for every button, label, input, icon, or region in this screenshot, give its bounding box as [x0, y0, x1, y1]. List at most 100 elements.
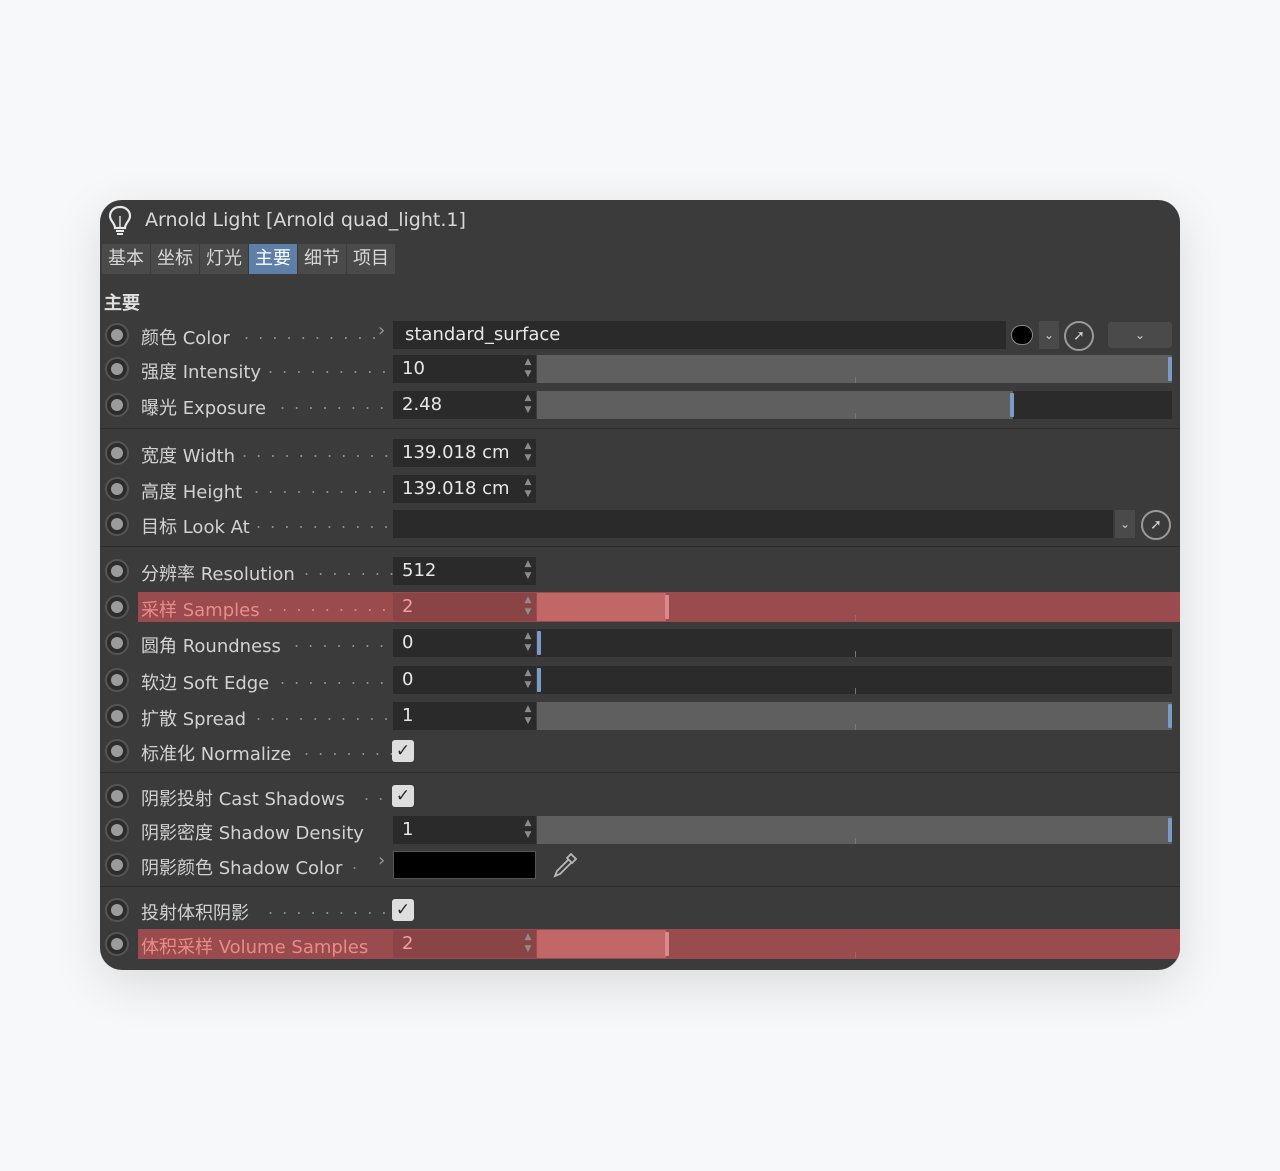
tab-light[interactable]: 灯光 — [200, 244, 248, 274]
label-leader: . . . . . . . . . . — [268, 596, 403, 615]
animate-radio[interactable] — [105, 323, 129, 347]
animate-radio[interactable] — [105, 932, 129, 956]
expand-arrow-icon[interactable]: › — [378, 320, 385, 341]
volume-samples-slider[interactable] — [537, 930, 1180, 958]
tab-main[interactable]: 主要 — [249, 244, 297, 274]
color-swatch[interactable] — [1011, 325, 1033, 345]
param-row-soft-edge: 软边 Soft Edge . . . . . . . . . 0 ▲ ▼ — [100, 663, 1180, 697]
shadow-color-swatch[interactable] — [393, 851, 536, 879]
label-leader: . . . . . . . . . . . . — [242, 442, 405, 461]
stepper-icon[interactable]: ▲ ▼ — [522, 392, 534, 418]
width-value: 139.018 cm — [402, 442, 510, 463]
soft-edge-slider[interactable] — [537, 666, 1172, 694]
slider-handle[interactable] — [1010, 393, 1015, 417]
soft-edge-input[interactable]: 0 ▲ ▼ — [393, 666, 536, 694]
animate-radio[interactable] — [105, 559, 129, 583]
shader-menu-button[interactable]: ⌄ — [1108, 322, 1172, 348]
shadow-density-slider[interactable] — [537, 816, 1172, 844]
pick-object-icon[interactable]: ➚ — [1141, 510, 1171, 540]
slider-handle[interactable] — [664, 932, 669, 956]
stepper-icon[interactable]: ▲ ▼ — [522, 476, 534, 502]
stepper-icon[interactable]: ▲ ▼ — [522, 630, 534, 656]
shadow-density-input[interactable]: 1 ▲ ▼ — [393, 816, 536, 844]
tab-basic[interactable]: 基本 — [102, 244, 150, 274]
lightbulb-icon — [108, 205, 132, 235]
slider-tick — [855, 838, 856, 844]
chevron-down-icon[interactable]: ⌄ — [1115, 510, 1135, 538]
pick-object-icon[interactable]: ➚ — [1064, 321, 1094, 351]
slider-handle[interactable] — [1168, 704, 1172, 728]
animate-radio[interactable] — [105, 477, 129, 501]
resolution-input[interactable]: 512 ▲ ▼ — [393, 557, 536, 585]
volume-samples-input[interactable]: 2 ▲ ▼ — [393, 930, 536, 958]
label-leader: . . . . . . . . . — [280, 669, 401, 688]
animate-radio[interactable] — [105, 357, 129, 381]
stepper-icon[interactable]: ▲ ▼ — [522, 703, 534, 729]
slider-handle[interactable] — [1168, 357, 1172, 381]
label-leader: . . . . . . . . — [294, 632, 401, 651]
slider-handle[interactable] — [1168, 818, 1172, 842]
samples-slider[interactable] — [537, 593, 1180, 621]
param-row-color: 颜色 Color . . . . . . . . . . › standard_… — [100, 318, 1180, 352]
normalize-checkbox[interactable]: ✓ — [392, 740, 414, 762]
param-label: 圆角 Roundness — [141, 636, 281, 657]
param-row-shadow-color: 阴影颜色 Shadow Color . › — [100, 848, 1180, 882]
stepper-icon[interactable]: ▲ ▼ — [522, 356, 534, 382]
height-input[interactable]: 139.018 cm ▲ ▼ — [393, 475, 536, 503]
stepper-icon[interactable]: ▲ ▼ — [522, 594, 534, 620]
roundness-input[interactable]: 0 ▲ ▼ — [393, 629, 536, 657]
spread-input[interactable]: 1 ▲ ▼ — [393, 702, 536, 730]
slider-handle[interactable] — [537, 668, 541, 692]
stepper-icon[interactable]: ▲ ▼ — [522, 817, 534, 843]
param-label: 阴影投射 Cast Shadows — [141, 789, 345, 810]
animate-radio[interactable] — [105, 512, 129, 536]
slider-tick — [855, 688, 856, 694]
param-label: 颜色 Color — [141, 328, 230, 349]
tab-coordinates[interactable]: 坐标 — [151, 244, 199, 274]
intensity-input[interactable]: 10 ▲ ▼ — [393, 355, 536, 383]
samples-input[interactable]: 2 ▲ ▼ — [393, 593, 536, 621]
chevron-down-icon[interactable]: ⌄ — [1039, 321, 1059, 349]
stepper-icon[interactable]: ▲ ▼ — [522, 931, 534, 957]
divider — [100, 546, 1180, 547]
animate-radio[interactable] — [105, 898, 129, 922]
eyedropper-icon[interactable] — [550, 850, 580, 880]
exposure-slider[interactable] — [537, 391, 1172, 419]
param-row-cast-shadows: 阴影投射 Cast Shadows . . ✓ — [100, 779, 1180, 813]
animate-radio[interactable] — [105, 853, 129, 877]
shader-link-field[interactable]: standard_surface — [393, 321, 1006, 349]
tab-project[interactable]: 项目 — [347, 244, 395, 274]
animate-radio[interactable] — [105, 784, 129, 808]
animate-radio[interactable] — [105, 595, 129, 619]
divider — [100, 886, 1180, 887]
animate-radio[interactable] — [105, 441, 129, 465]
animate-radio[interactable] — [105, 704, 129, 728]
animate-radio[interactable] — [105, 631, 129, 655]
look-at-link-field[interactable] — [393, 510, 1113, 538]
slider-handle[interactable] — [537, 631, 541, 655]
cast-shadows-checkbox[interactable]: ✓ — [392, 785, 414, 807]
cast-volumetric-shadows-checkbox[interactable]: ✓ — [392, 899, 414, 921]
intensity-slider[interactable] — [537, 355, 1172, 383]
param-label: 强度 Intensity — [141, 362, 262, 383]
roundness-slider[interactable] — [537, 629, 1172, 657]
stepper-icon[interactable]: ▲ ▼ — [522, 440, 534, 466]
slider-handle[interactable] — [664, 595, 669, 619]
expand-arrow-icon[interactable]: › — [378, 850, 385, 871]
shader-name: standard_surface — [405, 324, 561, 345]
param-label: 高度 Height — [141, 482, 243, 503]
label-leader: . — [352, 854, 360, 873]
animate-radio[interactable] — [105, 739, 129, 763]
spread-slider[interactable] — [537, 702, 1172, 730]
animate-radio[interactable] — [105, 818, 129, 842]
animate-radio[interactable] — [105, 668, 129, 692]
animate-radio[interactable] — [105, 393, 129, 417]
tab-details[interactable]: 细节 — [298, 244, 346, 274]
height-value: 139.018 cm — [402, 478, 510, 499]
exposure-input[interactable]: 2.48 ▲ ▼ — [393, 391, 536, 419]
param-row-normalize: 标准化 Normalize . . . . . . . ✓ — [100, 734, 1180, 768]
samples-value: 2 — [402, 596, 414, 617]
width-input[interactable]: 139.018 cm ▲ ▼ — [393, 439, 536, 467]
stepper-icon[interactable]: ▲ ▼ — [522, 558, 534, 584]
stepper-icon[interactable]: ▲ ▼ — [522, 667, 534, 693]
